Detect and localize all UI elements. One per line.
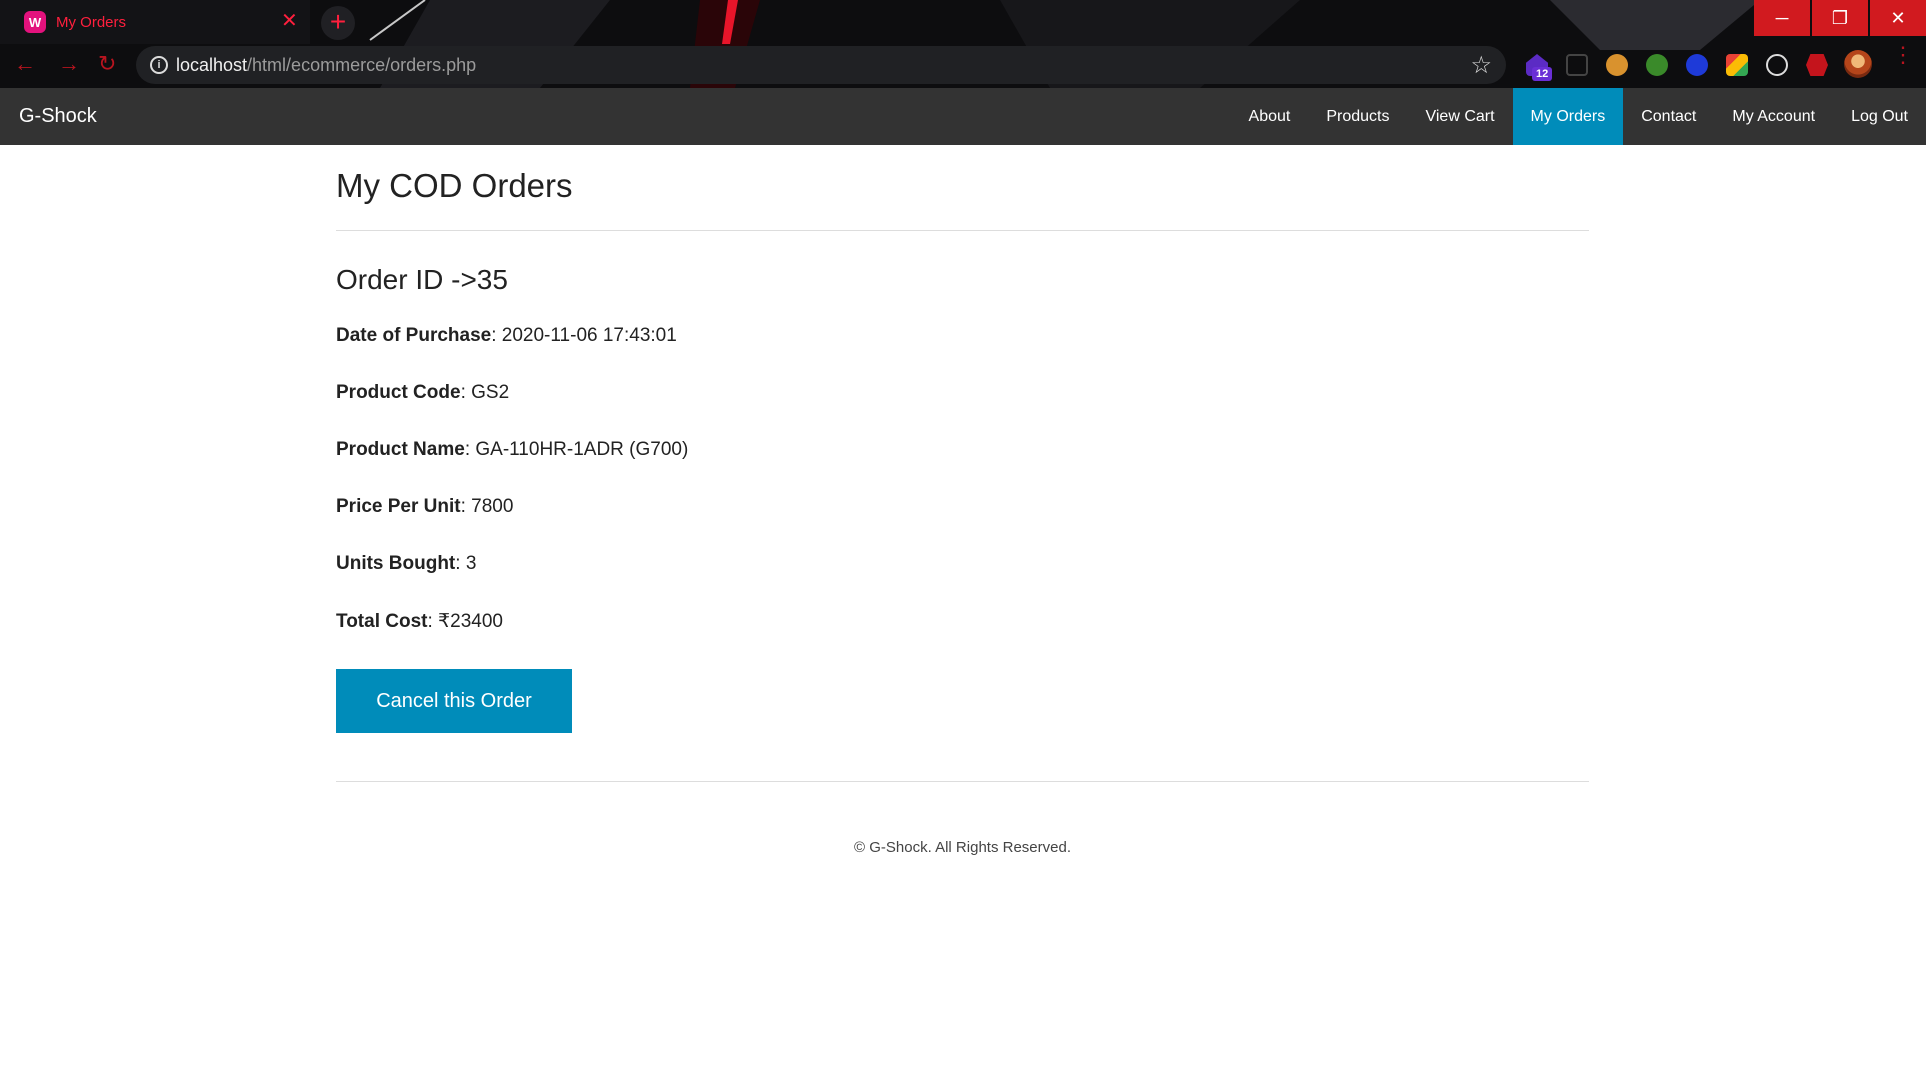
extension-blue-icon[interactable] xyxy=(1686,54,1708,76)
nav-links: About Products View Cart My Orders Conta… xyxy=(1231,88,1926,145)
total-cost: Total Cost: ₹23400 xyxy=(336,610,503,633)
tab-title: My Orders xyxy=(56,13,127,31)
address-bar[interactable]: i localhost /html/ecommerce/orders.php ☆ xyxy=(136,46,1506,84)
extension-badge: 12 xyxy=(1532,67,1553,81)
field-value: : 3 xyxy=(455,553,477,574)
restore-button[interactable]: ❐ xyxy=(1812,0,1868,36)
nav-my-orders[interactable]: My Orders xyxy=(1512,88,1624,145)
field-value: : GS2 xyxy=(460,382,510,403)
site-info-icon[interactable]: i xyxy=(150,56,168,74)
field-value: : 7800 xyxy=(460,496,514,517)
back-arrow-icon[interactable]: ← xyxy=(14,52,36,76)
cancel-order-button[interactable]: Cancel this Order xyxy=(336,669,572,733)
field-value: : 2020-11-06 17:43:01 xyxy=(491,325,677,346)
field-label: Date of Purchase xyxy=(336,325,492,346)
extension-react-icon[interactable] xyxy=(1766,54,1788,76)
nav-my-account[interactable]: My Account xyxy=(1714,88,1833,145)
url-host: localhost xyxy=(176,54,248,75)
nav-about[interactable]: About xyxy=(1231,88,1309,145)
page: G-Shock About Products View Cart My Orde… xyxy=(0,88,1926,1080)
extension-cookie-icon[interactable] xyxy=(1606,54,1628,76)
extension-square-icon[interactable] xyxy=(1566,54,1588,76)
reload-icon[interactable]: ↻ xyxy=(98,52,116,76)
bookmark-star-icon[interactable]: ☆ xyxy=(1470,51,1492,80)
field-label: Total Cost xyxy=(336,611,428,632)
field-label: Price Per Unit xyxy=(336,496,461,517)
field-value: : GA-110HR-1ADR (G700) xyxy=(464,439,689,460)
units-bought: Units Bought: 3 xyxy=(336,553,476,575)
footer-copyright: © G-Shock. All Rights Reserved. xyxy=(854,839,1071,856)
product-code: Product Code: GS2 xyxy=(336,382,509,404)
brand-link[interactable]: G-Shock xyxy=(19,88,97,145)
minimize-button[interactable]: ─ xyxy=(1754,0,1810,36)
divider xyxy=(336,230,1589,231)
nav-products[interactable]: Products xyxy=(1308,88,1407,145)
order-id-heading: Order ID ->35 xyxy=(336,264,508,295)
date-of-purchase: Date of Purchase: 2020-11-06 17:43:01 xyxy=(336,325,677,347)
close-window-button[interactable]: ✕ xyxy=(1870,0,1926,36)
nav-log-out[interactable]: Log Out xyxy=(1833,88,1926,145)
page-title: My COD Orders xyxy=(336,167,573,204)
field-label: Product Code xyxy=(336,382,461,403)
field-label: Product Name xyxy=(336,439,465,460)
tab-close-icon[interactable]: ✕ xyxy=(281,10,298,32)
tab-favicon-icon: W xyxy=(24,11,46,33)
browser-tab[interactable]: W My Orders ✕ xyxy=(0,0,310,44)
browser-menu-icon[interactable]: ⋮ xyxy=(1892,44,1914,66)
field-label: Units Bought xyxy=(336,553,456,574)
browser-chrome: W My Orders ✕ + ─ ❐ ✕ ← → ↻ i localhost … xyxy=(0,0,1926,88)
top-navbar: G-Shock About Products View Cart My Orde… xyxy=(0,88,1926,145)
price-per-unit: Price Per Unit: 7800 xyxy=(336,496,513,518)
forward-arrow-icon[interactable]: → xyxy=(58,52,80,76)
extension-refresh-icon[interactable] xyxy=(1646,54,1668,76)
extensions-puzzle-icon[interactable] xyxy=(1806,54,1828,76)
product-name: Product Name: GA-110HR-1ADR (G700) xyxy=(336,439,688,461)
extension-color-icon[interactable] xyxy=(1726,54,1748,76)
field-value: : ₹23400 xyxy=(427,611,503,632)
profile-avatar[interactable] xyxy=(1844,50,1872,78)
new-tab-button[interactable]: + xyxy=(321,6,355,40)
divider xyxy=(336,781,1589,782)
nav-contact[interactable]: Contact xyxy=(1623,88,1714,145)
nav-view-cart[interactable]: View Cart xyxy=(1407,88,1512,145)
url-path: /html/ecommerce/orders.php xyxy=(247,54,477,75)
